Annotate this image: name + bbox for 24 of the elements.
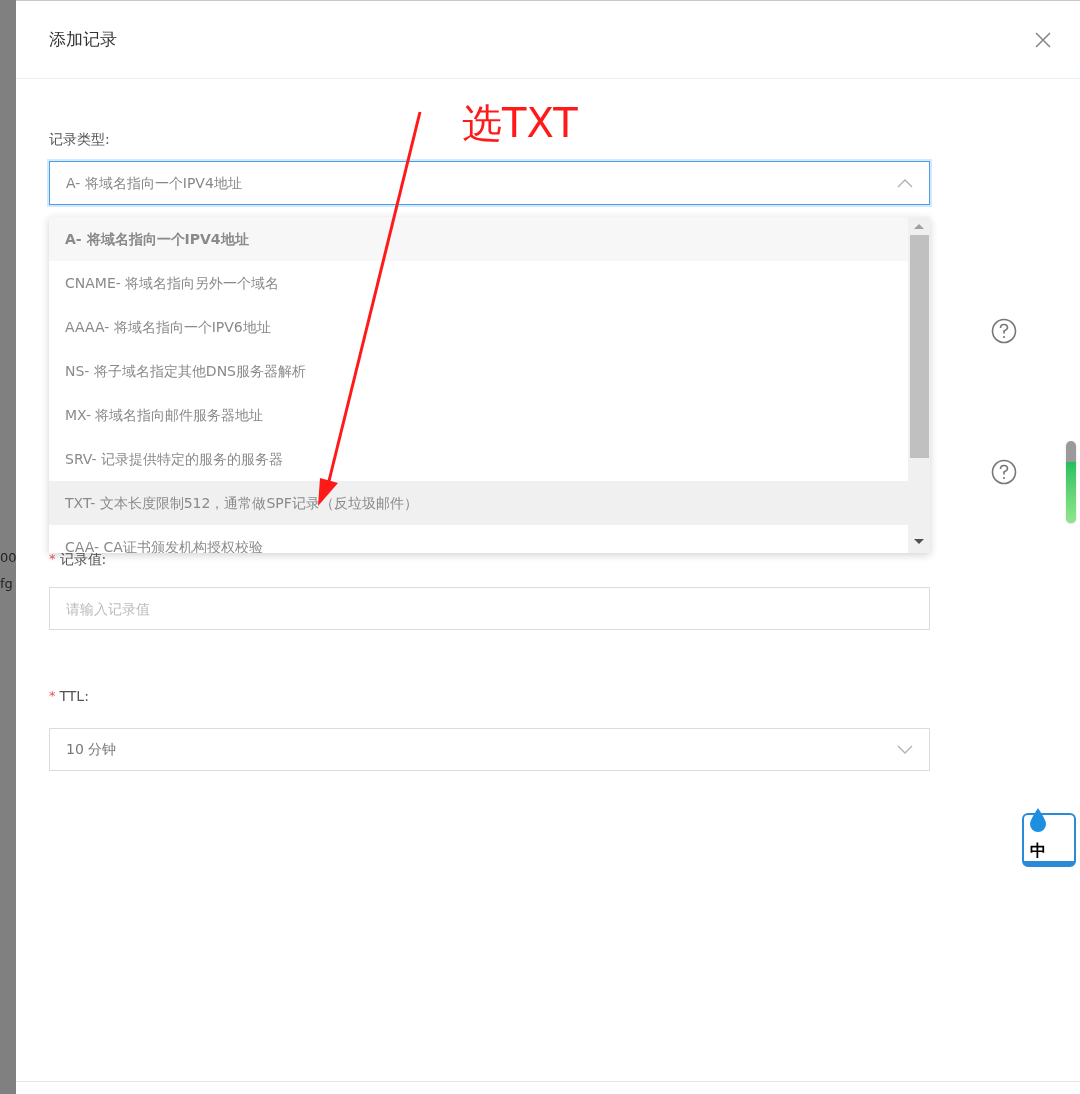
chevron-icon <box>897 178 913 188</box>
required-mark: * <box>49 550 56 569</box>
close-icon <box>1035 31 1051 48</box>
ime-drop-icon <box>1028 807 1048 833</box>
field-label: TTL: <box>59 687 89 706</box>
dialog-title: 添加记录 <box>49 27 117 51</box>
backdrop-text: fg <box>0 575 14 593</box>
help-icon[interactable] <box>991 459 1017 485</box>
help-icon[interactable] <box>991 318 1017 344</box>
chevron-icon <box>897 744 913 755</box>
backdrop-text: 00 <box>0 549 16 567</box>
dropdown-option[interactable]: CAA- CA证书颁发机构授权校验 <box>49 525 908 553</box>
ttl-select[interactable]: 10 分钟 <box>49 728 930 771</box>
close-button[interactable] <box>1034 30 1052 49</box>
scrollbar[interactable] <box>908 217 930 553</box>
dropdown-option[interactable]: A- 将域名指向一个IPV4地址 <box>49 217 908 261</box>
field-label: 记录值: <box>59 551 107 569</box>
field-label: 记录类型: <box>49 130 111 149</box>
record-type-select[interactable]: A- 将域名指向一个IPV4地址 <box>49 161 930 205</box>
required-mark: * <box>49 687 56 706</box>
ime-widget[interactable]: 中 <box>1022 813 1076 867</box>
annotation-text: 选TXT <box>462 99 578 148</box>
dropdown-option[interactable]: TXT- 文本长度限制512，通常做SPF记录（反垃圾邮件） <box>49 481 908 525</box>
record-value-input[interactable]: 请输入记录值 <box>49 587 930 630</box>
